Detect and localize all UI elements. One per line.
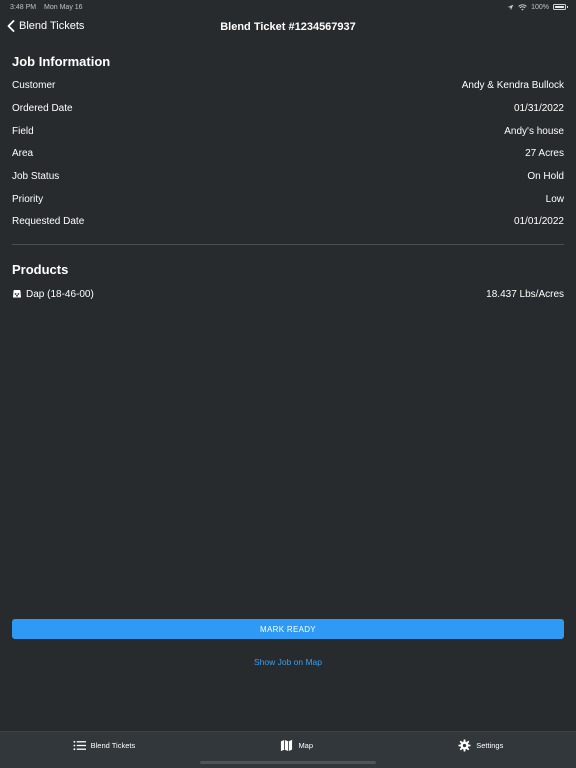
- info-label: Field: [12, 125, 34, 137]
- info-row-requested-date: Requested Date 01/01/2022: [12, 212, 564, 230]
- product-name: Dap (18-46-00): [26, 288, 94, 300]
- battery-icon: [553, 4, 568, 10]
- info-value: Andy's house: [504, 125, 564, 137]
- info-label: Job Status: [12, 170, 60, 182]
- show-job-on-map-link[interactable]: Show Job on Map: [0, 657, 576, 667]
- info-label: Area: [12, 147, 34, 159]
- info-value: On Hold: [527, 170, 564, 182]
- info-value: 01/01/2022: [513, 215, 564, 227]
- product-rate: 18.437 Lbs/Acres: [486, 288, 564, 300]
- tab-label: Blend Tickets: [90, 741, 136, 750]
- tab-bar: Blend Tickets Map Settings: [0, 731, 576, 768]
- map-icon: [281, 739, 293, 752]
- info-row-priority: Priority Low: [12, 190, 564, 208]
- info-label: Customer: [12, 79, 56, 91]
- info-row-ordered-date: Ordered Date 01/31/2022: [12, 99, 564, 117]
- tab-settings[interactable]: Settings: [458, 739, 503, 752]
- navigation-bar: Blend Tickets Blend Ticket #1234567937: [0, 14, 576, 42]
- info-row-field: Field Andy's house: [12, 122, 564, 140]
- product-name-group: Dap (18-46-00): [12, 289, 94, 300]
- products-heading: Products: [12, 262, 69, 277]
- info-value: Andy & Kendra Bullock: [461, 79, 564, 91]
- status-right: 100%: [507, 3, 568, 11]
- info-value: 27 Acres: [525, 147, 564, 159]
- battery-percent: 100%: [531, 3, 549, 11]
- info-row-job-status: Job Status On Hold: [12, 167, 564, 185]
- info-value: 01/31/2022: [513, 102, 564, 114]
- page-title: Blend Ticket #1234567937: [220, 21, 356, 33]
- wifi-icon: [518, 3, 527, 10]
- list-icon: [73, 740, 86, 751]
- job-information-heading: Job Information: [12, 54, 111, 69]
- tab-label: Map: [298, 741, 314, 750]
- fertilizer-bag-icon: [13, 290, 21, 298]
- location-icon: [507, 4, 514, 10]
- info-label: Ordered Date: [12, 102, 73, 114]
- info-row-area: Area 27 Acres: [12, 144, 564, 162]
- status-left: 3:48 PM Mon May 16: [10, 4, 89, 11]
- info-value: Low: [545, 193, 564, 205]
- status-date: Mon May 16: [44, 3, 83, 11]
- tab-blend-tickets[interactable]: Blend Tickets: [73, 739, 136, 752]
- status-bar: 3:48 PM Mon May 16 100%: [0, 0, 576, 14]
- status-time: 3:48 PM: [10, 3, 37, 11]
- info-label: Priority: [12, 193, 44, 205]
- product-row: Dap (18-46-00) 18.437 Lbs/Acres: [12, 285, 564, 303]
- tab-map[interactable]: Map: [280, 739, 313, 752]
- gear-icon: [458, 739, 471, 752]
- section-divider: [12, 244, 564, 245]
- info-row-customer: Customer Andy & Kendra Bullock: [12, 76, 564, 94]
- tab-label: Settings: [476, 741, 504, 750]
- info-label: Requested Date: [12, 215, 85, 227]
- home-indicator: [200, 761, 376, 764]
- mark-ready-button[interactable]: MARK READY: [12, 619, 564, 639]
